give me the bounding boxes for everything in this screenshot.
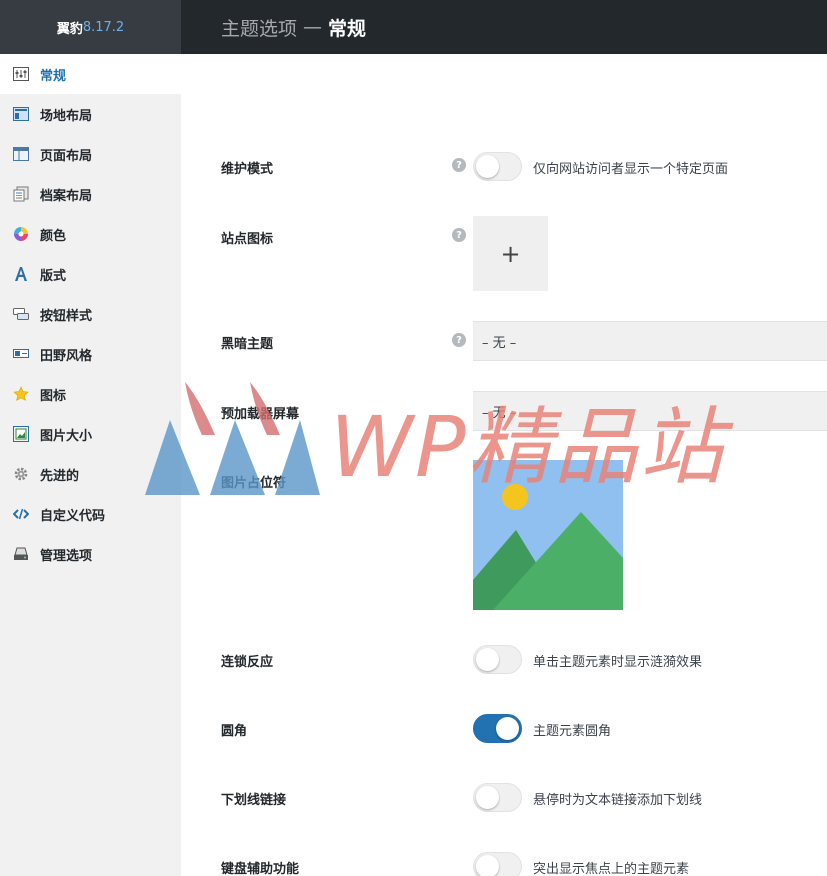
maintenance-toggle[interactable]: [473, 152, 522, 181]
settings-panel: 维护模式 ? 仅向网站访问者显示一个特定页面 站点图标 ? + 黑暗主题 ? –…: [181, 54, 827, 876]
ripple-toggle[interactable]: [473, 645, 522, 674]
keyboard-desc: 突出显示焦点上的主题元素: [533, 862, 690, 876]
plus-icon: +: [500, 239, 521, 268]
help-icon[interactable]: ?: [452, 228, 466, 242]
sidebar-item-button-style[interactable]: 按钮样式: [0, 294, 181, 334]
rounded-desc: 主题元素圆角: [533, 724, 612, 739]
ripple-label: 连锁反应: [221, 655, 274, 670]
sidebar-item-label: 页面布局: [40, 148, 93, 164]
sidebar-item-label: 图片大小: [40, 428, 93, 444]
ripple-desc: 单击主题元素时显示涟漪效果: [533, 655, 703, 670]
underline-desc: 悬停时为文本链接添加下划线: [533, 793, 703, 808]
maintenance-label: 维护模式: [221, 162, 274, 177]
sidebar-item-label: 常规: [40, 68, 67, 84]
dark-theme-select[interactable]: – 无 –: [473, 321, 827, 361]
toggle-knob: [476, 855, 499, 876]
sidebar-item-label: 先进的: [40, 468, 80, 484]
keyboard-label: 键盘辅助功能: [221, 862, 300, 876]
sidebar-item-general[interactable]: 常规: [0, 54, 181, 94]
field-style-icon: [12, 345, 30, 363]
image-size-icon: [12, 425, 30, 443]
sidebar-item-archive-layout[interactable]: 档案布局: [0, 174, 181, 214]
sidebar-item-label: 按钮样式: [40, 308, 93, 324]
sidebar-item-colors[interactable]: 颜色: [0, 214, 181, 254]
help-icon[interactable]: ?: [452, 158, 466, 172]
site-icon-add-button[interactable]: +: [473, 216, 548, 291]
preloader-select[interactable]: – 无 –: [473, 391, 827, 431]
sliders-icon: [12, 65, 30, 83]
page-layout-icon: [12, 145, 30, 163]
image-placeholder-label: 图片占位符: [221, 476, 287, 491]
sidebar-item-site-layout[interactable]: 场地布局: [0, 94, 181, 134]
star-icon: [12, 385, 30, 403]
toggle-knob: [476, 786, 499, 809]
page-header: 主题选项 — 常规: [181, 0, 827, 54]
sidebar-item-label: 场地布局: [40, 108, 93, 124]
rounded-toggle[interactable]: [473, 714, 522, 743]
sidebar-item-image-size[interactable]: 图片大小: [0, 414, 181, 454]
brand: 翼豹 8.17.2: [0, 0, 181, 54]
dark-theme-label: 黑暗主题: [221, 337, 274, 352]
sidebar-item-label: 图标: [40, 388, 67, 404]
page-title: 常规: [328, 17, 367, 40]
gear-icon: [12, 465, 30, 483]
help-icon[interactable]: ?: [452, 333, 466, 347]
sidebar-item-icons[interactable]: 图标: [0, 374, 181, 414]
sidebar-item-page-layout[interactable]: 页面布局: [0, 134, 181, 174]
sidebar-item-field-style[interactable]: 田野风格: [0, 334, 181, 374]
preloader-label: 预加载器屏幕: [221, 407, 300, 422]
brand-version: 8.17.2: [82, 19, 125, 35]
sidebar-item-label: 档案布局: [40, 188, 93, 204]
button-style-icon: [12, 305, 30, 323]
sidebar-item-label: 田野风格: [40, 348, 93, 364]
sidebar-item-typography[interactable]: 版式: [0, 254, 181, 294]
code-icon: [12, 505, 30, 523]
sidebar-item-custom-code[interactable]: 自定义代码: [0, 494, 181, 534]
header-section: 主题选项: [221, 17, 298, 40]
keyboard-toggle[interactable]: [473, 852, 522, 876]
rounded-label: 圆角: [221, 724, 248, 739]
toggle-knob: [476, 155, 499, 178]
manage-options-icon: [12, 545, 30, 563]
site-layout-icon: [12, 105, 30, 123]
site-icon-label: 站点图标: [221, 232, 274, 247]
toggle-knob: [476, 648, 499, 671]
sidebar-item-label: 管理选项: [40, 548, 93, 564]
color-wheel-icon: [12, 225, 30, 243]
sidebar-item-label: 颜色: [40, 228, 67, 244]
underline-toggle[interactable]: [473, 783, 522, 812]
typography-icon: [12, 265, 30, 283]
placeholder-image[interactable]: [473, 460, 623, 610]
header-separator: —: [303, 16, 323, 38]
maintenance-desc: 仅向网站访问者显示一个特定页面: [533, 162, 729, 177]
sidebar: 翼豹 8.17.2 常规 场地布局 页面布局 档案布局 颜色 版式 按钮样式 田…: [0, 0, 181, 876]
toggle-knob: [496, 717, 519, 740]
archive-layout-icon: [12, 185, 30, 203]
sidebar-item-label: 自定义代码: [40, 508, 106, 524]
sidebar-item-label: 版式: [40, 268, 67, 284]
sidebar-item-advanced[interactable]: 先进的: [0, 454, 181, 494]
brand-name: 翼豹: [56, 21, 83, 37]
underline-label: 下划线链接: [221, 793, 287, 808]
sidebar-item-manage-options[interactable]: 管理选项: [0, 534, 181, 574]
